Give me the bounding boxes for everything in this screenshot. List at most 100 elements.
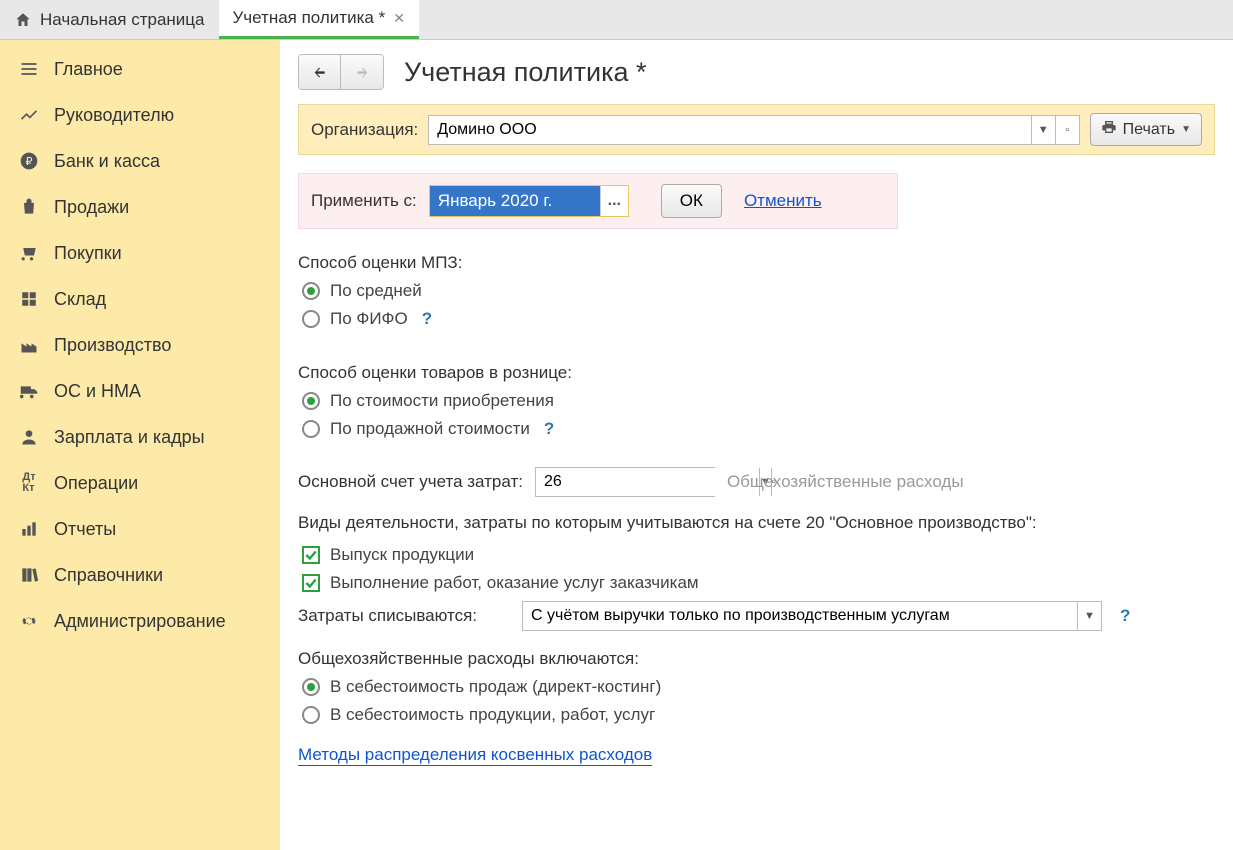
tab-active[interactable]: Учетная политика * ✕ bbox=[219, 0, 419, 39]
radio-mpz-average[interactable]: По средней bbox=[298, 281, 1215, 301]
methods-link[interactable]: Методы распределения косвенных расходов bbox=[298, 745, 652, 766]
mpz-section-label: Способ оценки МПЗ: bbox=[298, 253, 1215, 273]
sidebar-item-label: Справочники bbox=[54, 565, 163, 586]
option-label: По ФИФО bbox=[330, 309, 408, 329]
tab-active-label: Учетная политика * bbox=[233, 8, 386, 28]
apply-row: Применить с: ... ОК Отменить bbox=[298, 173, 898, 229]
check-output[interactable]: Выпуск продукции bbox=[298, 545, 1215, 565]
radio-mpz-fifo[interactable]: По ФИФО ? bbox=[298, 309, 1215, 329]
option-label: По стоимости приобретения bbox=[330, 391, 554, 411]
radio-overhead-direct[interactable]: В себестоимость продаж (директ-костинг) bbox=[298, 677, 1215, 697]
option-label: По продажной стоимости bbox=[330, 419, 530, 439]
grid-icon bbox=[18, 288, 40, 310]
writeoff-label: Затраты списываются: bbox=[298, 606, 508, 626]
printer-icon bbox=[1101, 119, 1117, 140]
sidebar-item-label: Администрирование bbox=[54, 611, 226, 632]
tab-home-label: Начальная страница bbox=[40, 10, 205, 30]
date-input-wrapper: ... bbox=[429, 185, 629, 217]
sidebar-item-bank[interactable]: ₽ Банк и касса bbox=[0, 138, 280, 184]
close-icon[interactable]: ✕ bbox=[393, 10, 405, 27]
sidebar-item-assets[interactable]: ОС и НМА bbox=[0, 368, 280, 414]
nav-buttons bbox=[298, 54, 384, 90]
dropdown-icon[interactable]: ▼ bbox=[1077, 602, 1101, 630]
sidebar-item-sales[interactable]: Продажи bbox=[0, 184, 280, 230]
org-input[interactable] bbox=[429, 116, 1030, 144]
option-label: В себестоимость продукции, работ, услуг bbox=[330, 705, 655, 725]
date-picker-button[interactable]: ... bbox=[600, 186, 628, 216]
radio-icon[interactable] bbox=[302, 678, 320, 696]
chart-icon bbox=[18, 104, 40, 126]
sidebar-item-main[interactable]: Главное bbox=[0, 46, 280, 92]
overhead-label: Общехозяйственные расходы включаются: bbox=[298, 649, 1215, 669]
open-icon[interactable]: ▫ bbox=[1055, 116, 1079, 144]
sidebar-item-directories[interactable]: Справочники bbox=[0, 552, 280, 598]
truck-icon bbox=[18, 380, 40, 402]
sidebar-item-salary[interactable]: Зарплата и кадры bbox=[0, 414, 280, 460]
print-button[interactable]: Печать ▼ bbox=[1090, 113, 1202, 146]
account-input[interactable] bbox=[536, 468, 759, 496]
sidebar-item-label: Производство bbox=[54, 335, 171, 356]
tab-home[interactable]: Начальная страница bbox=[0, 0, 219, 39]
checkbox-icon[interactable] bbox=[302, 546, 320, 564]
radio-icon[interactable] bbox=[302, 706, 320, 724]
bars-icon bbox=[18, 518, 40, 540]
sidebar-item-label: Склад bbox=[54, 289, 106, 310]
radio-retail-sale[interactable]: По продажной стоимости ? bbox=[298, 419, 1215, 439]
date-input[interactable] bbox=[430, 186, 600, 216]
retail-section-label: Способ оценки товаров в рознице: bbox=[298, 363, 1215, 383]
print-label: Печать bbox=[1123, 121, 1175, 139]
radio-icon[interactable] bbox=[302, 310, 320, 328]
sidebar-item-label: Главное bbox=[54, 59, 123, 80]
checkbox-icon[interactable] bbox=[302, 574, 320, 592]
sidebar-item-label: Продажи bbox=[54, 197, 129, 218]
sidebar-item-label: Покупки bbox=[54, 243, 122, 264]
ok-button[interactable]: ОК bbox=[661, 184, 722, 218]
radio-retail-cost[interactable]: По стоимости приобретения bbox=[298, 391, 1215, 411]
back-button[interactable] bbox=[299, 55, 341, 89]
activities-label: Виды деятельности, затраты по которым уч… bbox=[298, 513, 1215, 533]
sidebar-item-purchases[interactable]: Покупки bbox=[0, 230, 280, 276]
sidebar-item-label: Операции bbox=[54, 473, 138, 494]
books-icon bbox=[18, 564, 40, 586]
dtkt-icon: ДтКт bbox=[18, 472, 40, 494]
check-services[interactable]: Выполнение работ, оказание услуг заказчи… bbox=[298, 573, 1215, 593]
sidebar-item-reports[interactable]: Отчеты bbox=[0, 506, 280, 552]
person-icon bbox=[18, 426, 40, 448]
account-label: Основной счет учета затрат: bbox=[298, 472, 523, 492]
org-row: Организация: ▼ ▫ Печать ▼ bbox=[298, 104, 1215, 155]
sidebar-item-manager[interactable]: Руководителю bbox=[0, 92, 280, 138]
help-icon[interactable]: ? bbox=[544, 419, 554, 439]
org-input-wrapper: ▼ ▫ bbox=[428, 115, 1079, 145]
radio-overhead-cost[interactable]: В себестоимость продукции, работ, услуг bbox=[298, 705, 1215, 725]
sidebar-item-label: Зарплата и кадры bbox=[54, 427, 205, 448]
chevron-down-icon: ▼ bbox=[1181, 124, 1191, 135]
cancel-link[interactable]: Отменить bbox=[744, 191, 822, 211]
account-input-wrapper: ▼ ▫ bbox=[535, 467, 715, 497]
ruble-icon: ₽ bbox=[18, 150, 40, 172]
sidebar-item-label: Руководителю bbox=[54, 105, 174, 126]
account-row: Основной счет учета затрат: ▼ ▫ Общехозя… bbox=[298, 467, 1215, 497]
sidebar: Главное Руководителю ₽ Банк и касса Прод… bbox=[0, 40, 280, 850]
account-hint: Общехозяйственные расходы bbox=[727, 472, 964, 492]
page-title: Учетная политика * bbox=[404, 57, 647, 88]
dropdown-icon[interactable]: ▼ bbox=[1031, 116, 1055, 144]
writeoff-select-wrapper: ▼ bbox=[522, 601, 1102, 631]
menu-icon bbox=[18, 58, 40, 80]
forward-button[interactable] bbox=[341, 55, 383, 89]
sidebar-item-operations[interactable]: ДтКт Операции bbox=[0, 460, 280, 506]
writeoff-select[interactable] bbox=[523, 602, 1077, 630]
radio-icon[interactable] bbox=[302, 392, 320, 410]
tabs-bar: Начальная страница Учетная политика * ✕ bbox=[0, 0, 1233, 40]
org-label: Организация: bbox=[311, 120, 418, 140]
help-icon[interactable]: ? bbox=[1120, 606, 1130, 626]
sidebar-item-production[interactable]: Производство bbox=[0, 322, 280, 368]
sidebar-item-admin[interactable]: Администрирование bbox=[0, 598, 280, 644]
help-icon[interactable]: ? bbox=[422, 309, 432, 329]
sidebar-item-label: ОС и НМА bbox=[54, 381, 141, 402]
bag-icon bbox=[18, 196, 40, 218]
radio-icon[interactable] bbox=[302, 282, 320, 300]
sidebar-item-label: Отчеты bbox=[54, 519, 116, 540]
apply-label: Применить с: bbox=[311, 191, 417, 211]
radio-icon[interactable] bbox=[302, 420, 320, 438]
sidebar-item-warehouse[interactable]: Склад bbox=[0, 276, 280, 322]
